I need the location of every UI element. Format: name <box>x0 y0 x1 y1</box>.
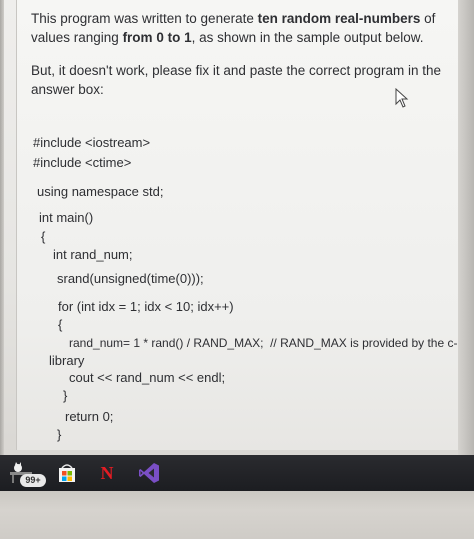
code-line: int rand_num; <box>53 247 133 262</box>
code-line: srand(unsigned(time(0))); <box>57 271 204 286</box>
code-line: return 0; <box>65 409 114 424</box>
code-line: } <box>57 427 62 442</box>
question-card: This program was written to generate ten… <box>16 0 460 450</box>
code-line: rand_num= 1 * rand() / RAND_MAX; // RAND… <box>69 336 458 350</box>
code-line: using namespace std; <box>37 184 164 199</box>
code-line: { <box>41 229 46 244</box>
question-text: This program was written to generate ten… <box>31 9 451 47</box>
screen-left-edge <box>0 0 4 455</box>
code-block: #include <iostream> #include <ctime> usi… <box>33 135 457 442</box>
question-emphasis: ten random real-numbers <box>257 11 421 26</box>
monitor-screen: This program was written to generate ten… <box>0 0 474 455</box>
code-line: for (int idx = 1; idx < 10; idx++) <box>58 299 234 314</box>
taskbar: N <box>0 455 474 491</box>
screen-right-edge <box>458 0 474 455</box>
visual-studio-icon[interactable] <box>136 460 162 486</box>
store-icon[interactable] <box>54 460 80 486</box>
code-line: } <box>63 388 68 403</box>
code-line: cout << rand_num << endl; <box>69 370 226 385</box>
netflix-icon[interactable]: N <box>94 460 120 486</box>
question-text-part: This program was written to generate <box>31 11 258 26</box>
code-line: #include <ctime> <box>33 155 132 170</box>
question-emphasis: from 0 to 1 <box>122 30 192 45</box>
mouse-pointer-icon <box>395 88 409 108</box>
code-line: library <box>49 353 85 368</box>
code-line: #include <iostream> <box>33 135 151 150</box>
code-line: int main() <box>39 210 94 225</box>
netflix-letter: N <box>100 462 114 483</box>
desk-surface <box>0 491 474 539</box>
notification-badge: 99+ <box>20 474 46 487</box>
code-line: { <box>58 317 63 332</box>
question-text-part: , as shown in the sample output below. <box>191 30 424 45</box>
